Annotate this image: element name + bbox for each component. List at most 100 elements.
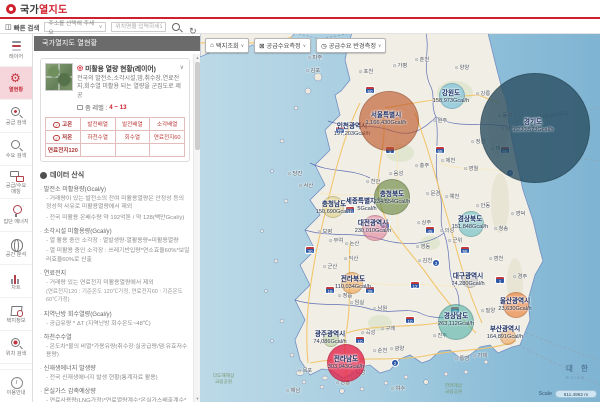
filter-option-cell[interactable]: 발전배열: [80, 118, 115, 131]
road-shield: 12: [410, 281, 420, 289]
section-bullet-icon: [40, 172, 47, 179]
heat-filter-table: ✓고온발전배열발전배열소각배열✓저온하천수열회수열연료전지60연료전지120: [45, 117, 185, 157]
sidebar-item-land-info[interactable]: 택지정보: [0, 298, 32, 331]
city-label: 보령: [318, 227, 333, 235]
sidebar-item-label: 택지정보: [6, 319, 25, 325]
city-label: 해남: [286, 386, 301, 394]
address-select[interactable]: 주소를 선택해 주세요 ∨: [44, 22, 106, 32]
road-shield: 55: [460, 246, 470, 254]
city-label: 경주: [513, 272, 528, 280]
sidebar-item-heat-status[interactable]: 열현황: [0, 67, 32, 100]
formula-line: 발전소 미활용량(Gcal/y): [40, 184, 190, 193]
map-canvas[interactable]: 파주김포포천가평춘천양양강릉동해삼척태백정선영월원주제천충주당진서산천안음성보령…: [200, 33, 600, 402]
region-name-label: 전라남도: [334, 353, 358, 363]
map-button-label: 공급수요 반경측정: [329, 41, 376, 50]
city-label: 예천: [445, 192, 460, 200]
panel-scrollbar[interactable]: ▲ ▼: [193, 54, 200, 402]
refresh-icon: ↻: [189, 26, 197, 36]
search-button[interactable]: [171, 22, 182, 33]
city-label: 포천: [359, 67, 374, 75]
mag-supply-icon: [9, 105, 24, 120]
map-doc-icon: [9, 303, 24, 318]
city-label: 밀양: [481, 306, 496, 314]
region-name-label: 광주광역시: [315, 328, 345, 338]
chevron-down-icon[interactable]: ∨: [180, 64, 184, 71]
supply-demand-measure-button[interactable]: ⊠공급수요측정∨: [254, 38, 311, 53]
formula-line: - 거래량이 있는 발전소의 잔여 미활용열량은 안정성 등의 정성적 사유로 …: [46, 195, 190, 212]
city-label: 양양: [455, 63, 470, 71]
filter-option-cell[interactable]: 연료전지60: [150, 131, 185, 144]
filter-group-cell[interactable]: 연료전지120: [46, 144, 81, 157]
sidebar-item-spatial-analysis[interactable]: 공간 분석: [0, 232, 32, 265]
filter-option-cell[interactable]: 회수열: [115, 131, 150, 144]
sidebar-item-demand-search[interactable]: 수요 검색: [0, 133, 32, 166]
city-label: 강릉: [476, 89, 491, 97]
scroll-up-icon[interactable]: ▲: [194, 54, 201, 61]
land-lookup-button[interactable]: ⌂택지조회∨: [205, 38, 249, 53]
region-name-label: 충청남도: [322, 198, 346, 208]
heat-status-panel: 국가열지도 열현황 ◎ 미활용 열량 현황(레이어) 전국의 발전소,소각시설,…: [34, 34, 200, 402]
location-search-input[interactable]: [111, 22, 166, 32]
quick-search-button[interactable]: ◫ 빠른 검색: [5, 22, 39, 32]
scrollbar-thumb[interactable]: [195, 62, 200, 150]
formula-list: 발전소 미활용량(Gcal/y) - 거래량이 있는 발전소의 잔여 미활용열량은…: [40, 184, 190, 402]
chevron-down-icon: ∨: [241, 43, 244, 49]
table-row: ✓저온하천수열회수열연료전지60: [46, 131, 185, 144]
panel-body: ◎ 미활용 열량 현황(레이어) 전국의 발전소,소각시설,댐,취수장,연료전지…: [34, 54, 192, 402]
city-label: 제천: [441, 156, 456, 164]
layer-target-icon: ◎: [77, 64, 83, 72]
filter-option-cell[interactable]: 소각배열: [150, 118, 185, 131]
road-shield: 15: [325, 286, 335, 294]
city-label: 영덕: [511, 209, 526, 217]
city-label: 안동: [476, 201, 491, 209]
scroll-down-icon[interactable]: ▼: [194, 395, 201, 402]
formula-line: - 거래량 있는 연료전지 미활용열량에서 제외: [46, 279, 190, 288]
formula-line: - 공급유량 * ΔT (지역난방 회수온도~48℃): [46, 320, 190, 329]
region-value-label: 1,230,573Gcal/h: [512, 127, 553, 133]
refresh-button[interactable]: ↻: [187, 22, 198, 33]
layer-card-description: 전국의 발전소,소각시설,댐,취수장,연료전지,회수열 미활용 되는 열량을 군…: [77, 75, 185, 100]
scale-value: 611.4962 m: [555, 390, 597, 398]
sidebar-item-location-search[interactable]: 위치 검색: [0, 331, 32, 364]
sidebar-item-label: 차트: [11, 286, 21, 292]
city-label: 원주: [433, 116, 448, 124]
filter-group-cell[interactable]: ✓저온: [46, 131, 81, 144]
supply-demand-radius-button[interactable]: ◷공급수요 반경측정∨: [316, 38, 386, 53]
sidebar-items: 레이어열현황공급 검색수요 검색공급/수요 매칭집단 에너지공간 분석차트택지정…: [0, 34, 32, 364]
filter-group-cell[interactable]: ✓고온: [46, 118, 81, 131]
sidebar-item-supply-search[interactable]: 공급 검색: [0, 100, 32, 133]
formula-line: (연료전지120 : 기준온도 120℃가정, 연료전지60 : 기준온도 60…: [46, 289, 190, 305]
filter-option-cell: [115, 144, 150, 157]
formula-line: - 열 미활용 중인 소각장 : 쓰레기반입량*연소효율60%*보일러효율60%…: [46, 247, 190, 264]
sidebar-item-district-energy[interactable]: 집단 에너지: [0, 199, 32, 232]
mag-demand-icon: [9, 138, 24, 153]
formula-line: 지역난방 회수열량(Gcal/y): [40, 309, 190, 318]
scale-label: Scale: [539, 391, 553, 397]
city-label: 논산: [345, 239, 360, 247]
park-label-dadohae: 다도해해상국립공원: [212, 373, 235, 386]
formula-line: - 전국 미활용 온배수량 약 192억톤 / 약 128(백만Gcal/y): [46, 214, 190, 223]
city-label: 곡성: [361, 328, 376, 336]
city-label: 구례: [381, 324, 396, 332]
road-shield: 2: [391, 359, 399, 367]
filter-option-cell[interactable]: 발전배열: [115, 118, 150, 131]
region-name-label: 경상남도: [444, 310, 468, 320]
chevron-down-icon: ∨: [99, 24, 103, 30]
sidebar-item-supply-demand-match[interactable]: 공급/수요 매칭: [0, 166, 32, 199]
city-label: 음성: [389, 169, 404, 177]
chevron-down-icon: ∨: [303, 43, 306, 49]
layer-card[interactable]: ◎ 미활용 열량 현황(레이어) 전국의 발전소,소각시설,댐,취수장,연료전지…: [40, 58, 190, 162]
region-value-label: 23,630Gcal/h: [498, 306, 531, 312]
zoom-level-icon: [77, 105, 83, 110]
sidebar-item-guide[interactable]: 이용안내: [0, 369, 32, 402]
sidebar-item-layers[interactable]: 레이어: [0, 34, 32, 67]
map-scale: Scale 611.4962 m: [539, 390, 598, 398]
filter-option-cell[interactable]: 하천수열: [80, 131, 115, 144]
app-header: 국가열지도: [0, 0, 600, 19]
sidebar-item-chart[interactable]: 차트: [0, 265, 32, 298]
window-icon: ◫: [5, 23, 12, 31]
city-label: 목포: [298, 366, 313, 374]
radius-icon: ◷: [321, 42, 327, 50]
region-name-label: 충청북도: [380, 188, 404, 198]
city-label: 통영: [455, 354, 470, 362]
